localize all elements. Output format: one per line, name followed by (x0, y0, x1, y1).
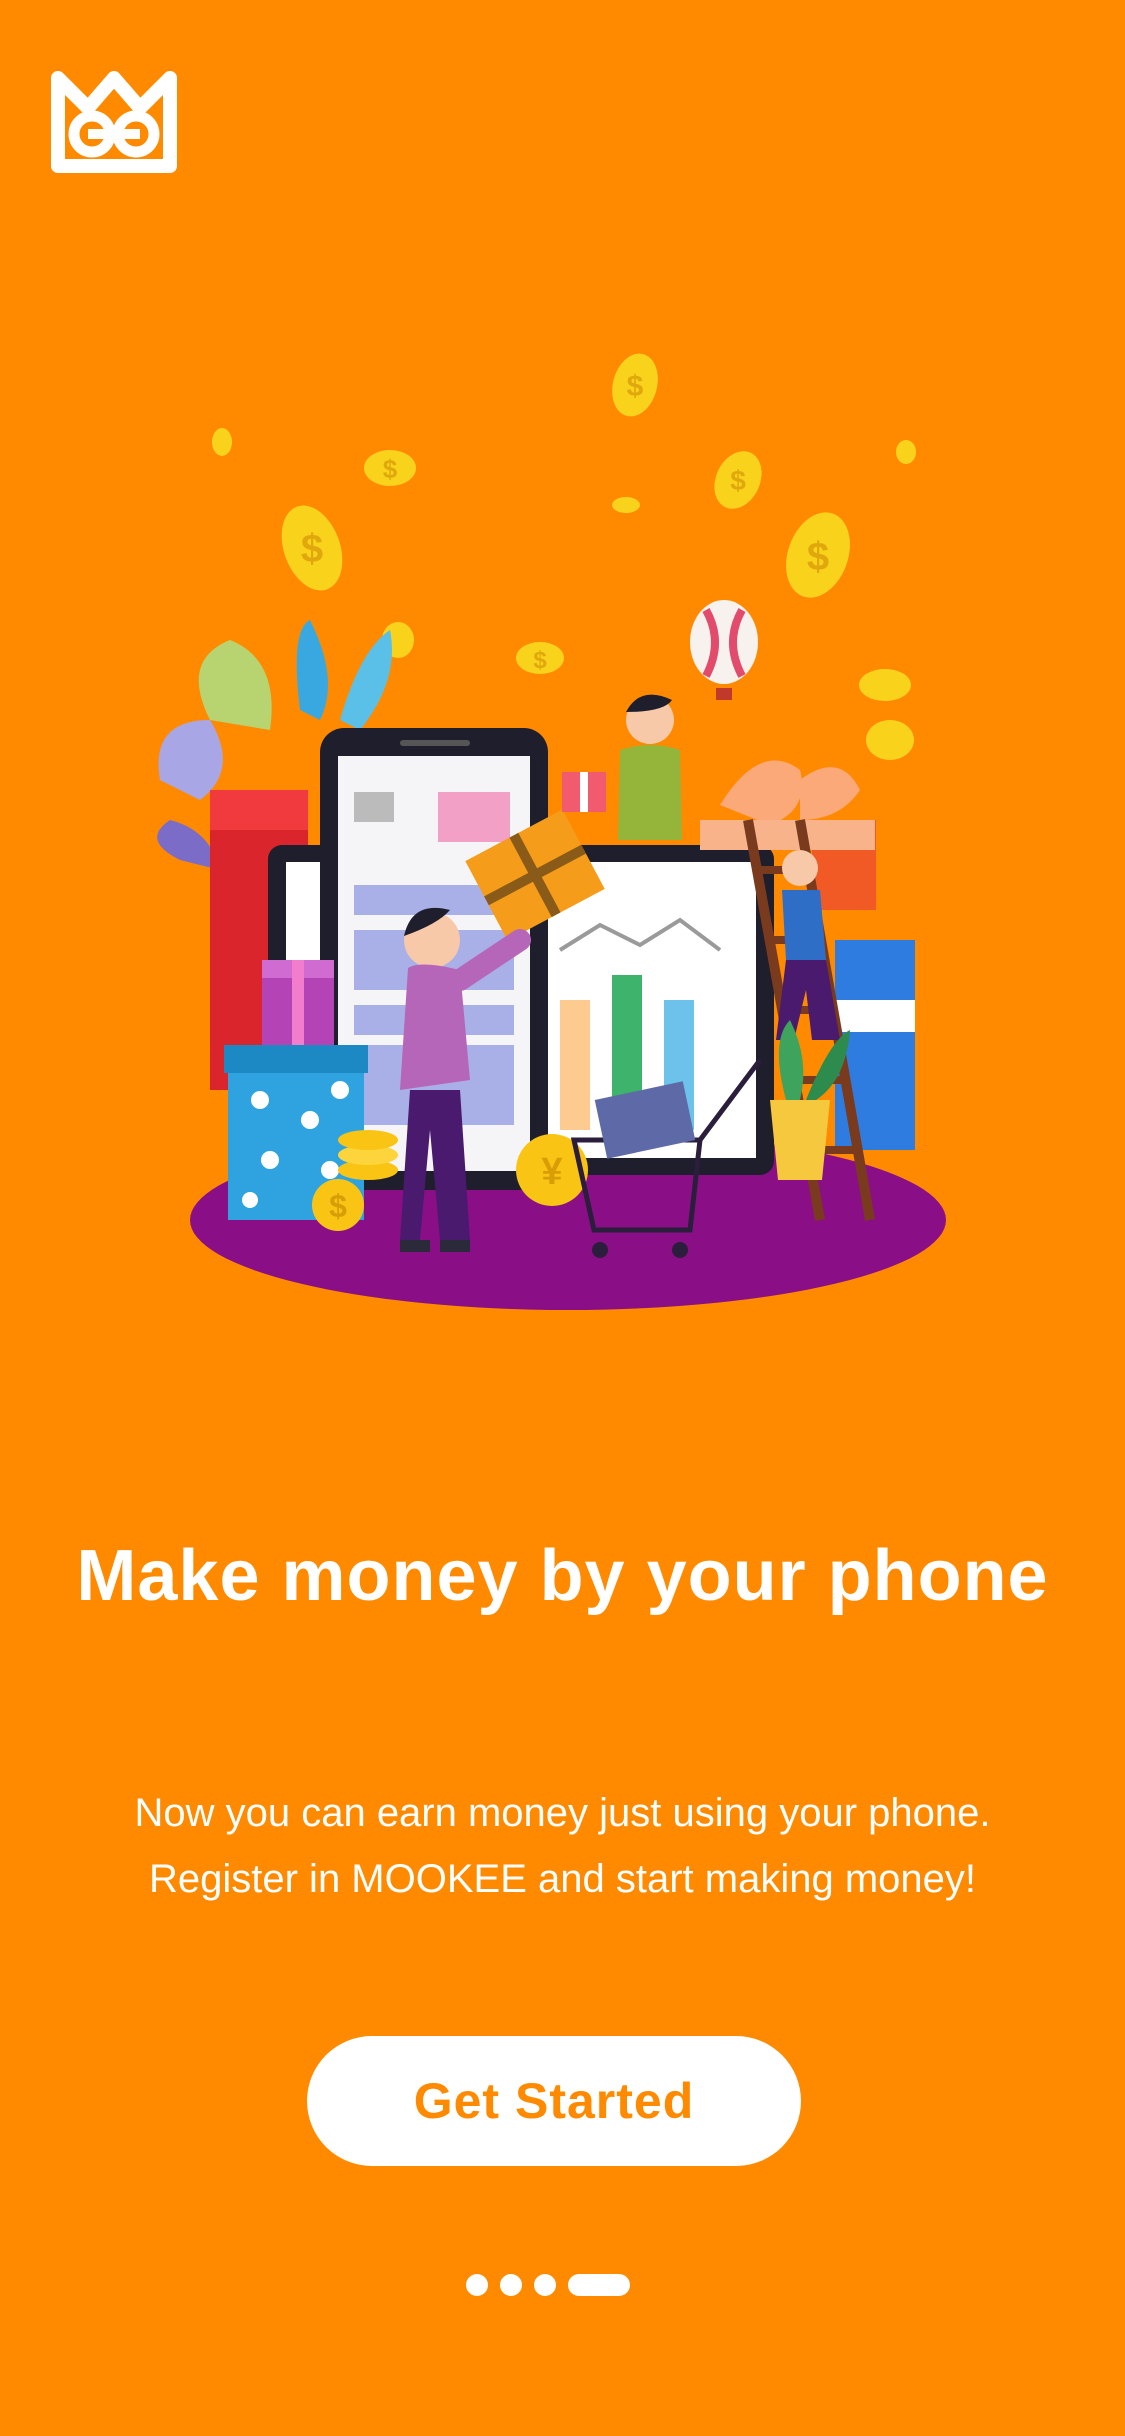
onboarding-description: Now you can earn money just using your p… (60, 1780, 1065, 1912)
coin-icon: $ (516, 642, 564, 674)
onboarding-headline: Make money by your phone (76, 1536, 1049, 1616)
gift-box-icon (262, 960, 334, 1050)
mookee-logo-icon (51, 71, 177, 173)
svg-text:$: $ (383, 454, 398, 484)
coin-icon: $ (612, 353, 658, 417)
onboarding-description-line: Register in MOOKEE and start making mone… (149, 1857, 976, 1901)
coin-icon (612, 497, 640, 513)
coin-icon: $ (281, 505, 343, 591)
svg-text:$: $ (329, 1188, 347, 1224)
svg-text:¥: ¥ (541, 1151, 562, 1193)
hot-air-balloon-icon (690, 600, 758, 700)
page-indicator (466, 2273, 630, 2297)
coin-icon: $ (364, 450, 416, 486)
svg-text:$: $ (730, 465, 746, 496)
coin-icon (859, 669, 911, 701)
coin-icon: $ (786, 512, 850, 598)
onboarding-description-line: Now you can earn money just using your p… (134, 1791, 991, 1835)
svg-text:$: $ (533, 647, 547, 674)
svg-text:$: $ (807, 535, 829, 579)
onboarding-screen: $ $ $ $ $ $ $ ¥ Make money by your phone… (0, 0, 1125, 2436)
page-dot-active[interactable] (568, 2274, 630, 2296)
coin-icon (212, 428, 232, 456)
hero-illustration: $ $ $ $ $ $ $ ¥ (157, 353, 946, 1310)
coin-icon: $ (714, 451, 762, 509)
coin-icon (866, 720, 914, 760)
person-with-present (562, 694, 682, 840)
get-started-button[interactable]: Get Started (307, 2036, 801, 2166)
page-dot[interactable] (466, 2274, 488, 2296)
svg-text:$: $ (301, 527, 323, 571)
svg-text:$: $ (627, 370, 644, 403)
coin-icon (896, 440, 916, 464)
page-dot[interactable] (534, 2274, 556, 2296)
page-dot[interactable] (500, 2274, 522, 2296)
